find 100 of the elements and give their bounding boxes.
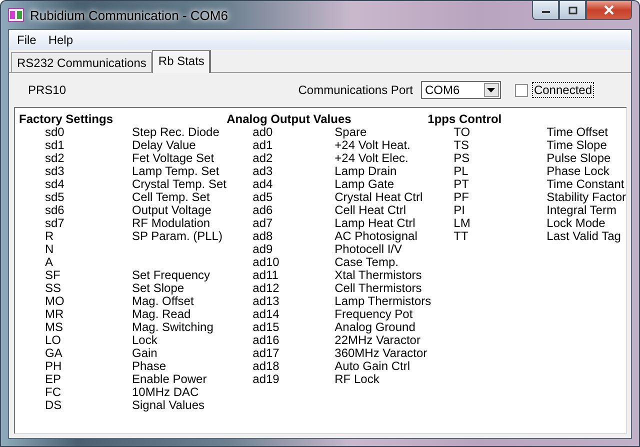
value-label: Lock [132, 334, 158, 347]
value-label: Set Frequency [132, 269, 212, 282]
maximize-button[interactable] [559, 1, 586, 20]
value-label: 10MHz DAC [132, 386, 200, 399]
value-label: Analog Ground [334, 321, 416, 334]
code-label: SF [45, 269, 62, 282]
code-label: sd1 [45, 139, 66, 152]
port-dropdown[interactable]: COM6 [420, 81, 501, 99]
code-label: LO [45, 334, 62, 347]
code-label: sd7 [45, 217, 66, 230]
value-label: Mag. Switching [132, 321, 214, 334]
value-label: Output Voltage [132, 204, 212, 217]
code-label: ad18 [252, 360, 280, 373]
value-label: Cell Heat Ctrl [334, 204, 407, 217]
code-label: sd2 [45, 152, 66, 165]
code-label: R [45, 230, 55, 243]
value-label: Lamp Gate [334, 178, 396, 191]
code-label: DS [45, 399, 63, 412]
code-label: FC [45, 386, 62, 399]
tab[interactable]: RS232 Communications [11, 52, 152, 72]
value-label: Photocell I/V [334, 243, 402, 256]
code-label: ad4 [252, 178, 274, 191]
section-heading: 1pps Control [428, 112, 503, 126]
code-label: ad15 [252, 321, 280, 334]
value-label: Lamp Thermistors [334, 295, 432, 308]
value-label: 22MHz Varactor [334, 334, 422, 347]
code-label: ad0 [252, 126, 273, 139]
value-label: Mag. Read [132, 308, 192, 321]
menu-item[interactable]: File [11, 32, 42, 46]
value-label: Set Slope [132, 282, 184, 295]
minimize-button[interactable] [532, 1, 559, 20]
tab[interactable]: Rb Stats [152, 50, 212, 73]
value-label: Signal Values [132, 399, 206, 412]
code-label: PI [454, 204, 466, 217]
code-label: SS [45, 282, 62, 295]
code-label: TS [454, 139, 470, 152]
value-label: Time Constant [546, 178, 626, 191]
value-label: Time Slope [546, 139, 608, 152]
device-label: PRS10 [28, 83, 66, 97]
code-label: A [45, 256, 54, 269]
section-heading: Analog Output Values [226, 112, 352, 126]
value-label: Lock Mode [546, 217, 606, 230]
value-label: Cell Thermistors [334, 282, 423, 295]
code-label: PL [454, 165, 470, 178]
close-button[interactable] [586, 1, 632, 20]
value-label: Phase [132, 360, 168, 373]
code-label: sd5 [45, 191, 66, 204]
menu-item[interactable]: Help [42, 32, 80, 46]
value-label: RF Lock [334, 373, 380, 386]
value-label: Delay Value [132, 139, 197, 152]
checkbox[interactable] [514, 84, 528, 96]
code-label: ad19 [252, 373, 280, 386]
app-icon [8, 8, 24, 22]
value-label: +24 Volt Elec. [334, 152, 410, 165]
value-label: Spare [334, 126, 368, 139]
close-icon [603, 5, 615, 15]
value-label: Gain [132, 347, 158, 360]
code-label: ad13 [252, 295, 280, 308]
window-title: Rubidium Communication - COM6 [30, 8, 228, 22]
value-label: Integral Term [546, 204, 618, 217]
code-label: LM [454, 217, 472, 230]
code-label: sd4 [45, 178, 66, 191]
value-label: Enable Power [132, 373, 208, 386]
connected-label[interactable]: Connected [532, 83, 593, 97]
value-label: SP Param. (PLL) [132, 230, 224, 243]
code-label: sd6 [45, 204, 66, 217]
code-label: ad12 [252, 282, 280, 295]
value-label: Lamp Drain [334, 165, 398, 178]
code-label: ad5 [252, 191, 274, 204]
value-label: Phase Lock [546, 165, 610, 178]
value-label: Stability Factor [546, 191, 626, 204]
code-label: ad16 [252, 334, 280, 347]
code-label: MR [45, 308, 65, 321]
value-label: Crystal Temp. Set [132, 178, 227, 191]
value-label: Fet Voltage Set [132, 152, 216, 165]
code-label: GA [45, 347, 64, 360]
value-label: Frequency Pot [334, 308, 414, 321]
value-label: Lamp Temp. Set [132, 165, 220, 178]
port-label: Communications Port [298, 83, 413, 97]
value-label: AC Photosignal [334, 230, 418, 243]
value-label: Mag. Offset [132, 295, 195, 308]
code-label: ad17 [252, 347, 280, 360]
code-label: PF [454, 191, 470, 204]
code-label: MO [45, 295, 66, 308]
code-label: PH [45, 360, 63, 373]
code-label: N [45, 243, 55, 256]
maximize-icon [568, 6, 578, 14]
code-label: EP [45, 373, 62, 386]
value-label: Cell Temp. Set [132, 191, 211, 204]
value-label: Crystal Heat Ctrl [334, 191, 424, 204]
code-label: ad8 [252, 230, 274, 243]
code-label: TT [454, 230, 470, 243]
code-label: MS [45, 321, 64, 334]
code-label: ad3 [252, 165, 274, 178]
value-label: RF Modulation [132, 217, 210, 230]
code-label: sd3 [45, 165, 66, 178]
value-label: +24 Volt Heat. [334, 139, 412, 152]
code-label: ad10 [252, 256, 280, 269]
value-label: Case Temp. [334, 256, 400, 269]
value-label: Pulse Slope [546, 152, 612, 165]
